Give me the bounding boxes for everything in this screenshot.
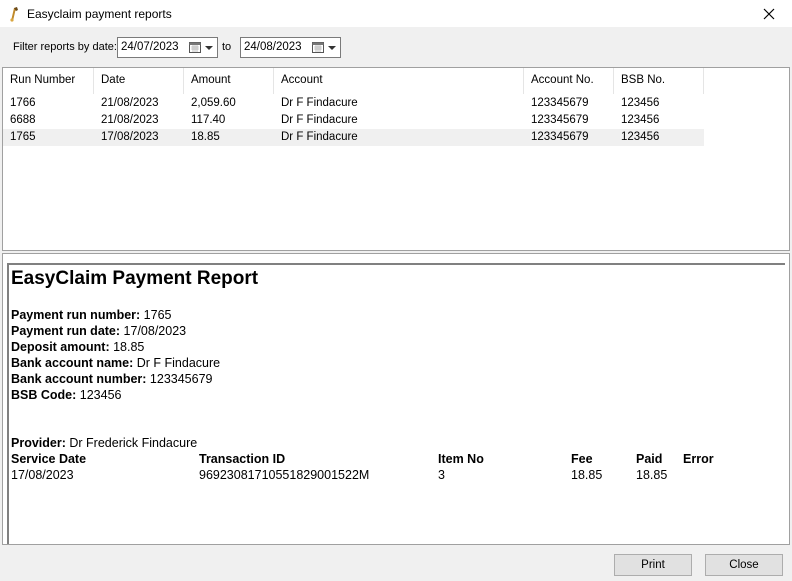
field-payment-run-date: Payment run date: 17/08/2023 [11,324,186,338]
field-value: 18.85 [113,340,145,354]
report-preview[interactable]: EasyClaim Payment Report Payment run num… [2,253,790,545]
payment-runs-list[interactable]: Run Number Date Amount Account Account N… [2,67,790,251]
chevron-down-icon[interactable] [328,46,336,50]
table-row[interactable]: 6688 21/08/2023 117.40 Dr F Findacure 12… [3,112,704,129]
cell-bsb-no: 123456 [621,131,660,143]
field-label: Bank account name: [11,356,134,370]
cell-bsb-no: 123456 [621,114,660,126]
cell-account-no: 123345679 [531,97,589,109]
cell-run-number: 6688 [10,114,36,126]
cell-account: Dr F Findacure [281,97,358,109]
field-value: Dr F Findacure [136,356,221,370]
title-bar: Easyclaim payment reports [0,0,792,27]
report-page: EasyClaim Payment Report Payment run num… [7,263,785,544]
to-label: to [222,41,232,53]
field-payment-run-number: Payment run number: 1765 [11,308,171,322]
chevron-down-icon[interactable] [205,46,213,50]
detail-cell-item-no: 3 [438,468,445,482]
detail-cell-service-date: 17/08/2023 [11,468,74,482]
field-label: BSB Code: [11,388,77,402]
print-button[interactable]: Print [614,554,692,576]
field-value: 17/08/2023 [123,324,187,338]
cell-date: 17/08/2023 [101,131,159,143]
table-row[interactable]: 1766 21/08/2023 2,059.60 Dr F Findacure … [3,95,704,112]
column-header-bsb-no[interactable]: BSB No. [614,68,704,94]
field-label: Bank account number: [11,372,147,386]
to-date-value: 24/08/2023 [244,41,302,53]
cell-amount: 18.85 [191,131,220,143]
cell-account: Dr F Findacure [281,114,358,126]
window-title: Easyclaim payment reports [27,6,172,21]
detail-header-fee: Fee [571,452,593,466]
field-label: Payment run number: [11,308,141,322]
from-date-picker[interactable]: 24/07/2023 [117,37,218,58]
calendar-icon [312,42,324,53]
filter-bar: Filter reports by date: 24/07/2023 to 24… [0,27,792,67]
column-header-amount[interactable]: Amount [184,68,274,94]
cell-account-no: 123345679 [531,131,589,143]
detail-header-paid: Paid [636,452,663,466]
column-header-run-number[interactable]: Run Number [3,68,94,94]
cell-date: 21/08/2023 [101,114,159,126]
field-label: Payment run date: [11,324,121,338]
from-date-value: 24/07/2023 [121,41,179,53]
cell-bsb-no: 123456 [621,97,660,109]
detail-cell-transaction-id: 96923081710551829001522M [199,468,370,482]
filter-label: Filter reports by date: [13,41,117,53]
window-close-button[interactable] [746,0,792,27]
list-header: Run Number Date Amount Account Account N… [3,68,789,94]
detail-header-item-no: Item No [438,452,484,466]
close-icon [763,8,775,19]
to-date-picker[interactable]: 24/08/2023 [240,37,341,58]
column-header-account-no[interactable]: Account No. [524,68,614,94]
field-label: Deposit amount: [11,340,110,354]
cell-account-no: 123345679 [531,114,589,126]
report-title: EasyClaim Payment Report [11,268,259,289]
column-header-date[interactable]: Date [94,68,184,94]
detail-header-error: Error [683,452,714,466]
provider-line: Provider: Dr Frederick Findacure [11,436,197,450]
field-value: 123345679 [149,372,213,386]
cell-amount: 117.40 [191,114,226,126]
field-deposit-amount: Deposit amount: 18.85 [11,340,144,354]
table-row-selected[interactable]: 1765 17/08/2023 18.85 Dr F Findacure 123… [3,129,704,146]
cell-account: Dr F Findacure [281,131,358,143]
field-bank-account-number: Bank account number: 123345679 [11,372,213,386]
provider-value: Dr Frederick Findacure [69,436,198,450]
field-bsb-code: BSB Code: 123456 [11,388,121,402]
field-value: 123456 [79,388,122,402]
cell-date: 21/08/2023 [101,97,159,109]
close-button[interactable]: Close [705,554,783,576]
app-logo-icon [10,6,18,22]
field-bank-account-name: Bank account name: Dr F Findacure [11,356,220,370]
detail-cell-paid: 18.85 [636,468,668,482]
detail-cell-fee: 18.85 [571,468,603,482]
field-value: 1765 [143,308,172,322]
detail-header-transaction-id: Transaction ID [199,452,286,466]
provider-label: Provider: [11,436,66,450]
detail-header-service-date: Service Date [11,452,87,466]
cell-run-number: 1766 [10,97,36,109]
cell-amount: 2,059.60 [191,97,236,109]
column-header-account[interactable]: Account [274,68,524,94]
cell-run-number: 1765 [10,131,36,143]
calendar-icon [189,42,201,53]
